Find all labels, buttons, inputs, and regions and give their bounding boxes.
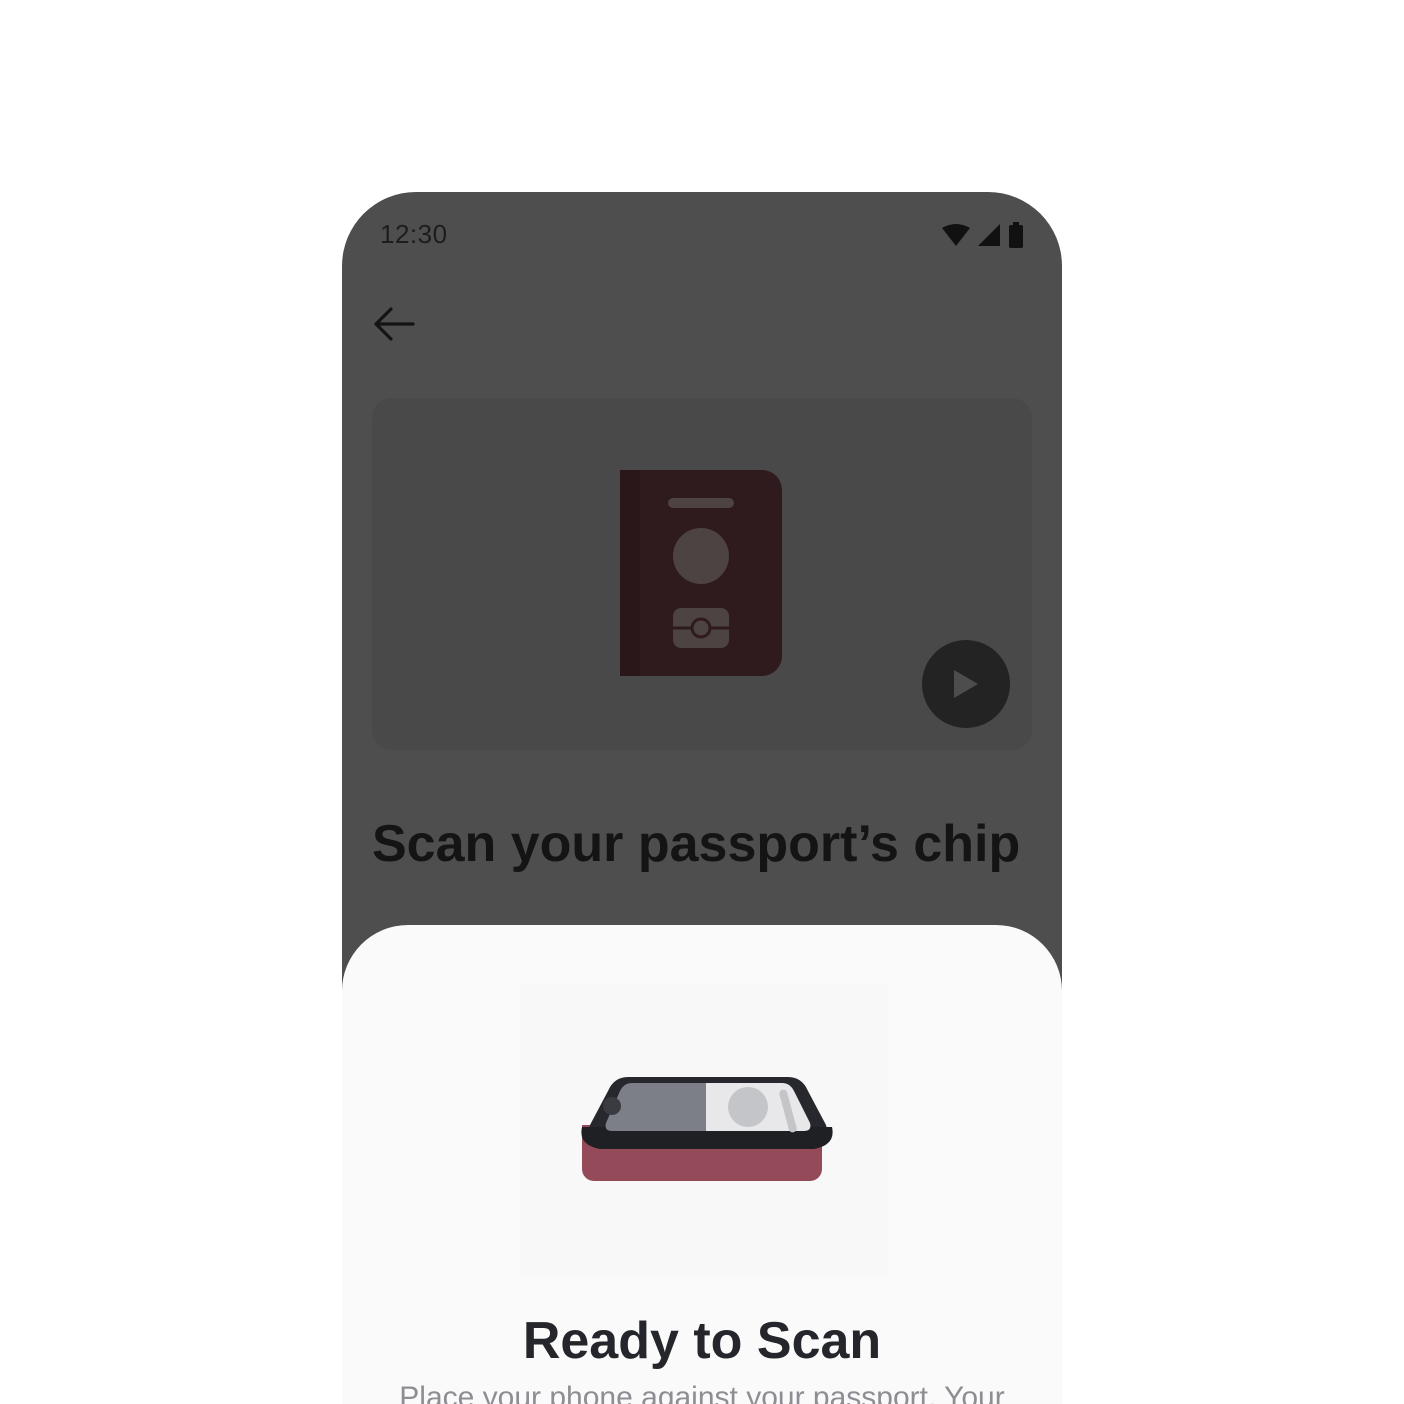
status-time: 12:30 xyxy=(380,219,448,249)
status-icons xyxy=(942,222,1024,248)
cellular-signal-icon xyxy=(978,224,1000,246)
play-button[interactable] xyxy=(922,640,1010,728)
video-card[interactable] xyxy=(372,398,1032,750)
play-icon xyxy=(954,670,978,698)
phone-screen: 12:30 Scan your passport’s chip Ready to… xyxy=(342,192,1062,1404)
battery-icon xyxy=(1009,222,1023,248)
sheet-body-text: Place your phone against your passport. … xyxy=(399,1381,1005,1404)
wifi-icon xyxy=(942,224,970,246)
sheet-title: Ready to Scan xyxy=(522,1312,882,1370)
page-title: Scan your passport’s chip xyxy=(372,815,1021,873)
passport-icon xyxy=(620,470,782,676)
status-bar: 12:30 xyxy=(342,192,1062,276)
back-button[interactable] xyxy=(368,298,420,350)
phone-on-passport-icon xyxy=(520,985,888,1275)
nfc-scan-bottom-sheet: Ready to Scan Place your phone against y… xyxy=(342,925,1062,1404)
arrow-left-icon xyxy=(374,307,415,341)
